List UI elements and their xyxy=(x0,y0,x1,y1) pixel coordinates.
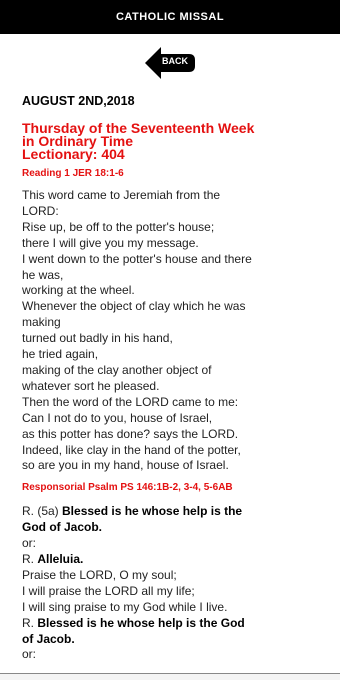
text-line: turned out badly in his hand, xyxy=(22,331,173,346)
response-line: R. (5a) Blessed is he whose help is the xyxy=(22,504,318,520)
text-line: as this potter has done? says the LORD. xyxy=(22,426,239,441)
text-line: Whenever the object of clay which he was xyxy=(22,299,246,314)
or-line: or: xyxy=(22,647,37,662)
text-line: Can I not do to you, house of Israel, xyxy=(22,410,213,425)
reading-date: AUGUST 2ND,2018 xyxy=(22,94,135,108)
bottom-edge xyxy=(0,673,340,680)
reading-content: AUGUST 2ND,2018 Thursday of the Seventee… xyxy=(0,94,340,663)
text-line: Rise up, be off to the potter's house; xyxy=(22,219,215,234)
response-prefix: R. (5a) xyxy=(22,504,63,519)
day-title: Thursday of the Seventeenth Week in Ordi… xyxy=(22,121,318,162)
text-line: he was, xyxy=(22,267,64,282)
text-line: This word came to Jeremiah from the xyxy=(22,188,221,202)
back-label: BACK xyxy=(162,56,188,66)
app-title: CATHOLIC MISSAL xyxy=(115,11,225,23)
reading-1-text: This word came to Jeremiah from the LORD… xyxy=(22,188,318,474)
lectionary-number: Lectionary: 404 xyxy=(22,146,125,162)
verse-line: Praise the LORD, O my soul; xyxy=(22,567,177,582)
text-line: LORD: xyxy=(22,203,59,218)
app-header: CATHOLIC MISSAL xyxy=(0,0,340,34)
text-line: so are you in my hand, house of Israel. xyxy=(22,458,229,473)
psalm-text: R. (5a) Blessed is he whose help is the … xyxy=(22,504,318,663)
text-line: I went down to the potter's house and th… xyxy=(22,251,252,266)
text-line: whatever sort he pleased. xyxy=(22,378,160,393)
back-container: BACK xyxy=(0,44,340,82)
text-line: working at the wheel. xyxy=(22,283,135,298)
response-bold: Blessed is he whose help is the xyxy=(62,504,243,519)
reading-1-label: Reading 1 JER 18:1-6 xyxy=(22,168,124,179)
text-line: Indeed, like clay in the hand of the pot… xyxy=(22,442,241,457)
psalm-label: Responsorial Psalm PS 146:1B-2, 3-4, 5-6… xyxy=(22,482,233,494)
response-bold-line: of Jacob. xyxy=(22,631,75,646)
text-line: Then the word of the LORD came to me: xyxy=(22,394,239,409)
response-bold-line: God of Jacob. xyxy=(22,520,103,535)
response-bold: Alleluia. xyxy=(37,552,84,567)
verse-line: I will sing praise to my God while I liv… xyxy=(22,599,228,614)
text-line: making xyxy=(22,315,61,330)
or-line: or: xyxy=(22,536,37,551)
text-line: making of the clay another object of xyxy=(22,362,212,377)
response-prefix: R. xyxy=(22,552,38,567)
verse-line: I will praise the LORD all my life; xyxy=(22,583,195,598)
response-line: R. Blessed is he whose help is the God xyxy=(22,616,318,632)
text-line: there I will give you my message. xyxy=(22,235,199,250)
back-button[interactable]: BACK xyxy=(143,44,197,82)
text-line: he tried again, xyxy=(22,347,99,362)
response-bold: Blessed is he whose help is the God xyxy=(37,615,245,630)
response-prefix: R. xyxy=(22,615,38,630)
response-line: R. Alleluia. xyxy=(22,552,318,568)
